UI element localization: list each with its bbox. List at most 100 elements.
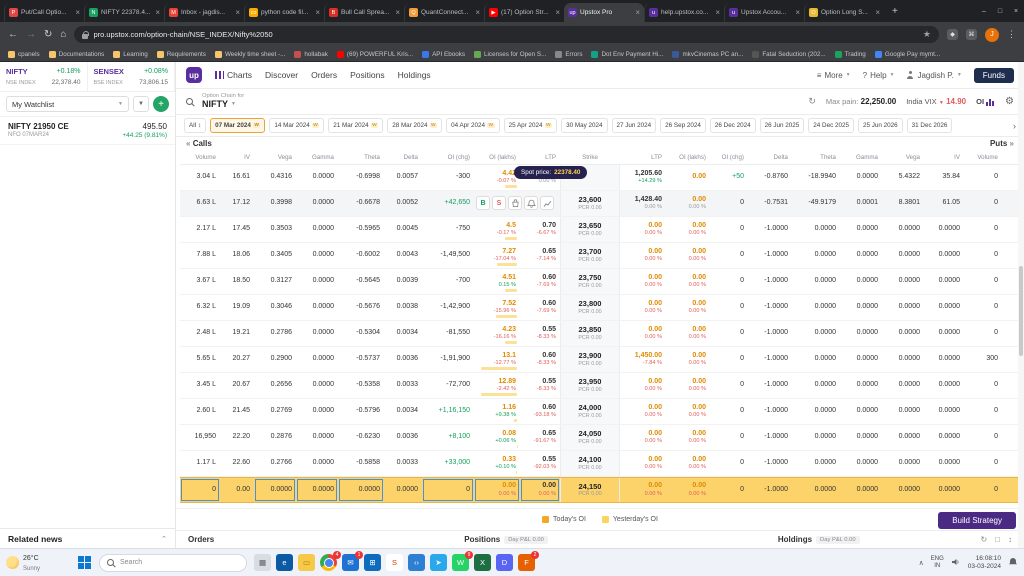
col-put-oi-chg[interactable]: OI (chg): [710, 154, 748, 161]
chart-icon[interactable]: [540, 196, 554, 210]
nav-positions[interactable]: Positions: [350, 70, 385, 80]
page-scrollbar[interactable]: [1018, 62, 1024, 548]
build-strategy-button[interactable]: Build Strategy: [938, 512, 1016, 529]
browser-tab[interactable]: B Bull Call Sprea... ×: [324, 3, 404, 22]
tab-close-icon[interactable]: ×: [715, 8, 720, 17]
gear-icon[interactable]: ⚙: [1005, 96, 1014, 107]
alert-bell-icon[interactable]: [524, 196, 538, 210]
scrollbar-thumb[interactable]: [1019, 266, 1023, 357]
basket-icon[interactable]: [508, 196, 522, 210]
resize-icon[interactable]: ↕: [1008, 535, 1012, 544]
bookmark-item[interactable]: Weekly time sheet -...: [214, 50, 285, 58]
option-chain-row[interactable]: 3.45 L 20.67 0.2656 0.0000 -0.5358 0.003…: [180, 373, 1020, 399]
strike-cell[interactable]: 23,900 PCR 0.00: [560, 347, 620, 372]
strike-cell[interactable]: 23,600 PCR 0.00: [560, 191, 620, 216]
profile-avatar[interactable]: J: [985, 27, 999, 42]
app-icon[interactable]: F 2: [518, 551, 539, 571]
col-put-vega[interactable]: Vega: [882, 154, 924, 161]
strike-cell[interactable]: 24,000 PCR 0.00: [560, 399, 620, 424]
strike-cell[interactable]: 23,650 PCR 0.00: [560, 217, 620, 242]
app-icon[interactable]: X: [474, 554, 491, 571]
strike-cell[interactable]: 23,700 PCR 0.00: [560, 243, 620, 268]
nav-orders[interactable]: Orders: [311, 70, 337, 80]
address-bar[interactable]: pro.upstox.com/option-chain/NSE_INDEX/Ni…: [74, 26, 939, 43]
option-chain-row[interactable]: 7.88 L 18.06 0.3405 0.0000 -0.6002 0.004…: [180, 243, 1020, 269]
forward-icon[interactable]: →: [26, 29, 36, 40]
app-icon[interactable]: ⊞: [364, 554, 381, 571]
volume-icon[interactable]: [951, 557, 961, 569]
bookmark-item[interactable]: Licenses for Open S...: [474, 50, 546, 58]
app-icon[interactable]: ▦: [254, 554, 271, 571]
app-icon[interactable]: W 9: [452, 551, 473, 571]
tab-close-icon[interactable]: ×: [315, 8, 320, 17]
bookmark-item[interactable]: cpanels: [8, 50, 40, 58]
watchlist-collapse-icon[interactable]: ▼: [133, 96, 149, 112]
option-chain-row[interactable]: 2.60 L 21.45 0.2769 0.0000 -0.5796 0.003…: [180, 399, 1020, 425]
home-icon[interactable]: ⌂: [60, 29, 66, 40]
col-call-iv[interactable]: IV: [220, 154, 254, 161]
expiry-all-pill[interactable]: All ↕: [184, 118, 207, 133]
index-quote[interactable]: SENSEX +0.08% BSE INDEX 73,806.15: [88, 62, 175, 91]
option-chain-row[interactable]: 16,950 22.20 0.2876 0.0000 -0.6230 0.003…: [180, 425, 1020, 451]
browser-tab[interactable]: Q QuantConnect... ×: [404, 3, 484, 22]
tab-close-icon[interactable]: ×: [75, 8, 80, 17]
watchlist-item[interactable]: NIFTY 21950 CE 495.50 NFO 07MAR24 +44.25…: [0, 117, 175, 145]
tab-close-icon[interactable]: ×: [235, 8, 240, 17]
expiry-date-pill[interactable]: 26 Jun 2025: [759, 118, 805, 133]
option-chain-row[interactable]: 0 0.00 0.0000 0.0000 0.0000 0.0000 0 0.0…: [180, 477, 1020, 503]
bookmark-item[interactable]: Fatal Seduction (202...: [752, 50, 826, 58]
col-put-theta[interactable]: Theta: [792, 154, 840, 161]
start-button[interactable]: [77, 555, 92, 570]
reload-icon[interactable]: ↻: [44, 29, 52, 40]
option-chain-row[interactable]: 2.17 L 17.45 0.3503 0.0000 -0.5965 0.004…: [180, 217, 1020, 243]
app-icon[interactable]: ▭: [298, 554, 315, 571]
bookmark-item[interactable]: Trading: [834, 50, 866, 58]
bookmark-item[interactable]: hollabak: [294, 50, 328, 58]
strike-cell[interactable]: 24,150 PCR 0.00: [560, 478, 620, 502]
language-indicator[interactable]: ENG IN: [931, 556, 944, 570]
expiry-date-pill[interactable]: 30 May 2024: [561, 118, 608, 133]
expiry-date-pill[interactable]: 31 Dec 2026: [906, 118, 953, 133]
strike-cell[interactable]: 24,050 PCR 0.00: [560, 425, 620, 450]
taskbar-search[interactable]: Search: [99, 553, 247, 572]
col-put-volume[interactable]: Volume: [964, 154, 1002, 161]
positions-tab[interactable]: Positions Day P&L 0.00: [464, 535, 548, 544]
option-chain-row[interactable]: 3.04 L 16.61 0.4316 0.0000 -0.6998 0.005…: [180, 165, 1020, 191]
browser-tab[interactable]: u help.upstox.co... ×: [644, 3, 724, 22]
option-chain-row[interactable]: 6.63 L 17.12 0.3998 0.0000 -0.6678 0.005…: [180, 191, 1020, 217]
option-chain-row[interactable]: 3.67 L 18.50 0.3127 0.0000 -0.5645 0.003…: [180, 269, 1020, 295]
refresh-icon[interactable]: ↻: [808, 96, 816, 107]
nav-charts[interactable]: Charts: [215, 70, 252, 80]
bookmark-item[interactable]: Learning: [113, 50, 148, 58]
index-quote[interactable]: NIFTY +0.18% NSE INDEX 22,378.40: [0, 62, 88, 91]
app-icon[interactable]: ✉ 1: [342, 551, 363, 571]
nav-discover[interactable]: Discover: [265, 70, 298, 80]
tab-close-icon[interactable]: ×: [395, 8, 400, 17]
weather-widget[interactable]: 26°C Sunny: [6, 553, 70, 572]
app-icon[interactable]: ➤: [430, 554, 447, 571]
maximize-button[interactable]: □: [992, 0, 1008, 22]
nav-holdings[interactable]: Holdings: [398, 70, 431, 80]
col-call-delta[interactable]: Delta: [384, 154, 422, 161]
expiry-date-pill[interactable]: 27 Jun 2024: [611, 118, 657, 133]
browser-tab[interactable]: N NIFTY 22378.4... ×: [84, 3, 164, 22]
tray-expand-icon[interactable]: ∧: [919, 559, 924, 567]
notification-bell-icon[interactable]: [1008, 557, 1018, 569]
app-icon[interactable]: e: [276, 554, 293, 571]
expiry-date-pill[interactable]: 25 Apr 2024 W: [503, 118, 558, 133]
tab-close-icon[interactable]: ×: [475, 8, 480, 17]
expiry-date-pill[interactable]: 21 Mar 2024 W: [328, 118, 384, 133]
browser-tab[interactable]: u Upstox Accou... ×: [724, 3, 804, 22]
col-put-gamma[interactable]: Gamma: [840, 154, 882, 161]
upstox-logo[interactable]: up: [186, 67, 202, 83]
clock[interactable]: 16:08:10 03-03-2024: [968, 555, 1001, 571]
col-put-iv[interactable]: IV: [924, 154, 964, 161]
holdings-tab[interactable]: Holdings Day P&L 0.00: [778, 535, 860, 544]
browser-tab[interactable]: M Inbox - jagdis... ×: [164, 3, 244, 22]
minimize-button[interactable]: –: [976, 0, 992, 22]
extension-icon[interactable]: ◆: [947, 29, 958, 40]
dates-scroll-right-icon[interactable]: ›: [1013, 121, 1016, 131]
more-menu[interactable]: ≡ More ▼: [817, 71, 851, 80]
extensions-puzzle-icon[interactable]: ⌘: [966, 29, 977, 40]
expiry-date-pill[interactable]: 14 Mar 2024 W: [269, 118, 325, 133]
